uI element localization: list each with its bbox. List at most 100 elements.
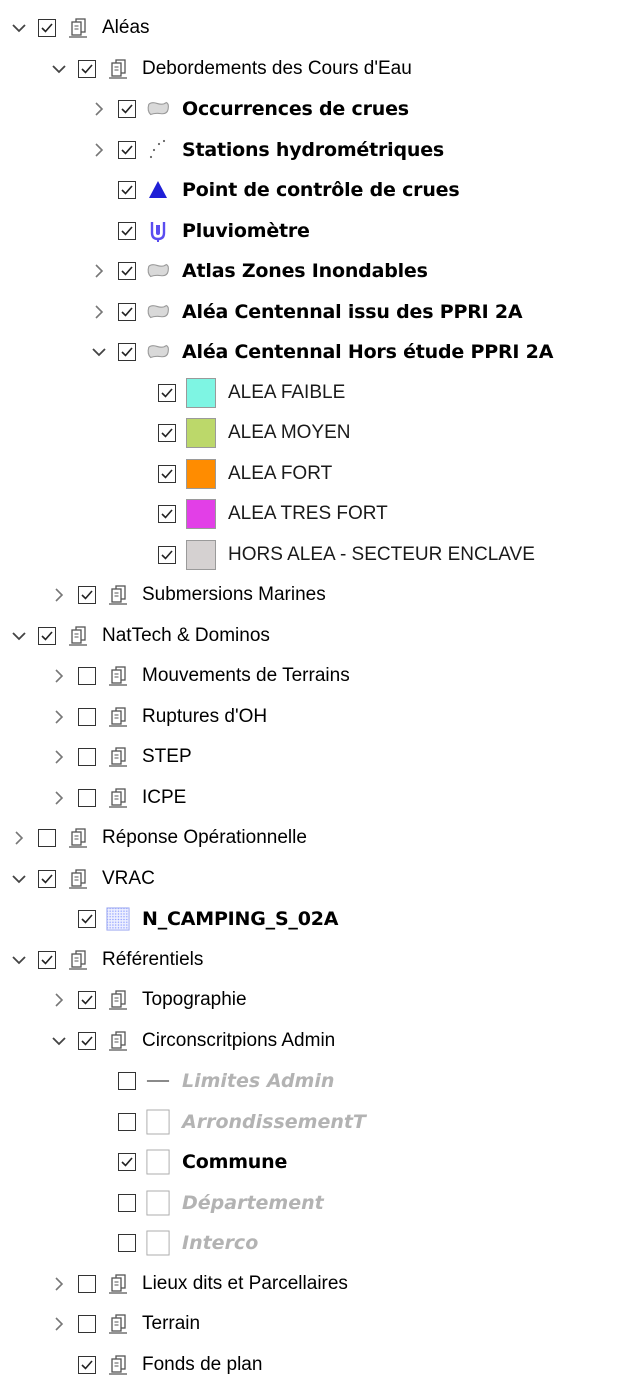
tree-row[interactable]: Aléas <box>0 8 638 48</box>
group-icon <box>106 664 130 688</box>
tree-row[interactable]: Stations hydrométriques <box>0 130 638 170</box>
layer-visibility-checkbox[interactable] <box>78 748 96 766</box>
layer-visibility-checkbox[interactable] <box>118 1234 136 1252</box>
group-icon <box>106 57 130 81</box>
layer-visibility-checkbox[interactable] <box>118 343 136 361</box>
tree-row[interactable]: Lieux dits et Parcellaires <box>0 1264 638 1304</box>
layer-visibility-checkbox[interactable] <box>158 464 176 483</box>
chevron-right-icon[interactable] <box>48 697 70 737</box>
layer-visibility-checkbox[interactable] <box>78 59 96 78</box>
layer-visibility-checkbox[interactable] <box>118 1193 136 1212</box>
layer-visibility-checkbox[interactable] <box>118 1072 136 1090</box>
layer-visibility-checkbox[interactable] <box>158 424 176 442</box>
layer-visibility-checkbox[interactable] <box>118 262 136 280</box>
group-icon <box>106 988 130 1012</box>
chevron-right-icon[interactable] <box>88 89 110 129</box>
tree-row[interactable]: Ruptures d'OH <box>0 697 638 737</box>
tree-row[interactable]: VRAC <box>0 859 638 899</box>
chevron-right-icon[interactable] <box>48 980 70 1020</box>
chevron-down-icon[interactable] <box>8 8 30 48</box>
layer-label: ICPE <box>142 786 187 808</box>
chevron-right-icon[interactable] <box>48 575 70 615</box>
chevron-down-icon[interactable] <box>88 332 110 372</box>
tree-row[interactable]: STEP <box>0 737 638 777</box>
layer-visibility-checkbox[interactable] <box>118 100 136 118</box>
layer-visibility-checkbox[interactable] <box>78 1315 96 1333</box>
chevron-right-icon[interactable] <box>8 818 30 858</box>
tree-row[interactable]: Commune <box>0 1142 638 1182</box>
layer-visibility-checkbox[interactable] <box>38 869 56 888</box>
tree-row[interactable]: ICPE <box>0 778 638 818</box>
layer-visibility-checkbox[interactable] <box>78 1355 96 1374</box>
layer-visibility-checkbox[interactable] <box>78 667 96 685</box>
layer-visibility-checkbox[interactable] <box>118 302 136 321</box>
tree-row[interactable]: ALEA MOYEN <box>0 413 638 453</box>
layer-visibility-checkbox[interactable] <box>78 910 96 928</box>
chevron-right-icon[interactable] <box>88 130 110 170</box>
tree-row[interactable]: Topographie <box>0 980 638 1020</box>
tree-row[interactable]: Mouvements de Terrains <box>0 656 638 696</box>
layer-visibility-checkbox[interactable] <box>118 181 136 199</box>
layer-visibility-checkbox[interactable] <box>158 505 176 523</box>
tree-row[interactable]: Atlas Zones Inondables <box>0 251 638 291</box>
layer-visibility-checkbox[interactable] <box>38 829 56 847</box>
tree-row[interactable]: ALEA FAIBLE <box>0 373 638 413</box>
layer-visibility-checkbox[interactable] <box>78 1274 96 1293</box>
hatched-icon <box>106 907 130 931</box>
layer-visibility-checkbox[interactable] <box>38 19 56 37</box>
layer-visibility-checkbox[interactable] <box>38 626 56 645</box>
tree-row[interactable]: NatTech & Dominos <box>0 616 638 656</box>
tree-row[interactable]: Occurrences de crues <box>0 89 638 129</box>
layer-label: Stations hydrométriques <box>182 138 444 161</box>
tree-row[interactable]: Interco <box>0 1223 638 1263</box>
tree-row[interactable]: Aléa Centennal Hors étude PPRI 2A <box>0 332 638 372</box>
layer-label: Limites Admin <box>182 1070 335 1092</box>
tree-row[interactable]: HORS ALEA - SECTEUR ENCLAVE <box>0 535 638 575</box>
tree-row[interactable]: Département <box>0 1183 638 1223</box>
layer-visibility-checkbox[interactable] <box>78 788 96 807</box>
tree-row[interactable]: Point de contrôle de crues <box>0 170 638 210</box>
legend-swatch <box>186 499 216 529</box>
tree-row[interactable]: Circonscritpions Admin <box>0 1021 638 1061</box>
layer-visibility-checkbox[interactable] <box>158 383 176 402</box>
tree-row[interactable]: Debordements des Cours d'Eau <box>0 49 638 89</box>
tree-row[interactable]: Réponse Opérationnelle <box>0 818 638 858</box>
tree-row[interactable]: Aléa Centennal issu des PPRI 2A <box>0 292 638 332</box>
chevron-right-icon[interactable] <box>88 251 110 291</box>
layer-label: Pluviomètre <box>182 219 310 242</box>
group-icon <box>106 786 130 810</box>
tree-row[interactable]: Limites Admin <box>0 1061 638 1101</box>
chevron-down-icon[interactable] <box>8 616 30 656</box>
chevron-down-icon[interactable] <box>8 940 30 980</box>
layer-visibility-checkbox[interactable] <box>78 707 96 726</box>
chevron-down-icon[interactable] <box>48 49 70 89</box>
layer-label: Atlas Zones Inondables <box>182 260 428 282</box>
layer-visibility-checkbox[interactable] <box>78 586 96 604</box>
layer-visibility-checkbox[interactable] <box>118 1153 136 1171</box>
chevron-right-icon[interactable] <box>88 292 110 332</box>
tree-row[interactable]: ALEA TRES FORT <box>0 494 638 534</box>
layer-visibility-checkbox[interactable] <box>158 545 176 564</box>
chevron-right-icon[interactable] <box>48 656 70 696</box>
layer-visibility-checkbox[interactable] <box>78 1031 96 1050</box>
chevron-down-icon[interactable] <box>48 1021 70 1061</box>
chevron-right-icon[interactable] <box>48 778 70 818</box>
tree-row[interactable]: Référentiels <box>0 940 638 980</box>
chevron-right-icon[interactable] <box>48 1264 70 1304</box>
layer-visibility-checkbox[interactable] <box>118 1112 136 1131</box>
chevron-right-icon[interactable] <box>48 1304 70 1344</box>
tree-row[interactable]: ArrondissementT <box>0 1102 638 1142</box>
layer-visibility-checkbox[interactable] <box>118 221 136 240</box>
tree-row[interactable]: Submersions Marines <box>0 575 638 615</box>
tree-row[interactable]: Terrain <box>0 1304 638 1344</box>
layer-visibility-checkbox[interactable] <box>38 950 56 969</box>
tree-row[interactable]: N_CAMPING_S_02A <box>0 899 638 939</box>
layer-visibility-checkbox[interactable] <box>118 140 136 159</box>
chevron-down-icon[interactable] <box>8 859 30 899</box>
layer-visibility-checkbox[interactable] <box>78 991 96 1009</box>
tree-row[interactable]: Pluviomètre <box>0 211 638 251</box>
chevron-right-icon[interactable] <box>48 737 70 777</box>
tree-row[interactable]: Fonds de plan <box>0 1345 638 1385</box>
tree-row[interactable]: ALEA FORT <box>0 454 638 494</box>
